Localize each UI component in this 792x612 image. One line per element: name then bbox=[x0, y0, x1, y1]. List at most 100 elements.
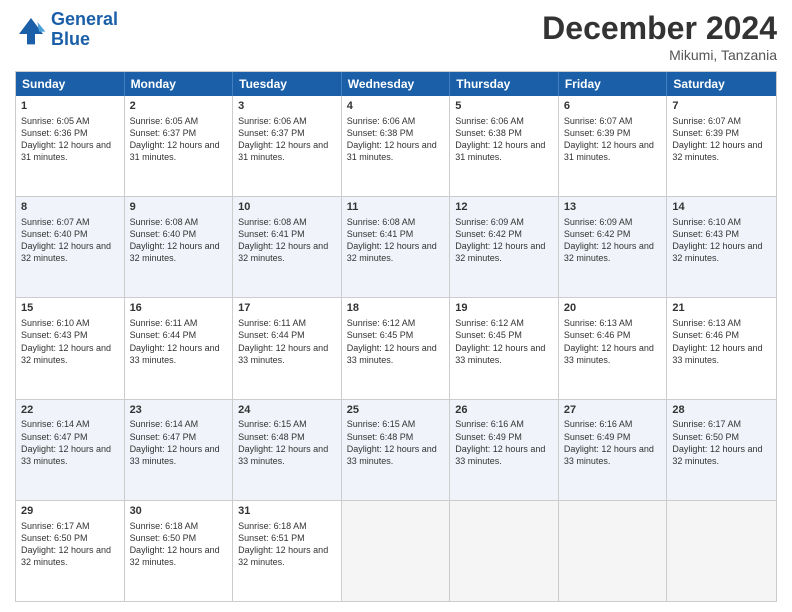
sunset-text: Sunset: 6:50 PM bbox=[672, 432, 739, 442]
day-number: 27 bbox=[564, 403, 662, 418]
sunrise-text: Sunrise: 6:18 AM bbox=[238, 521, 307, 531]
daylight-text: Daylight: 12 hours and 33 minutes. bbox=[672, 343, 762, 365]
sunset-text: Sunset: 6:42 PM bbox=[455, 229, 522, 239]
header-saturday: Saturday bbox=[667, 72, 776, 96]
calendar-cell: 8Sunrise: 6:07 AMSunset: 6:40 PMDaylight… bbox=[16, 197, 125, 297]
month-title: December 2024 bbox=[542, 10, 777, 47]
sunrise-text: Sunrise: 6:12 AM bbox=[455, 318, 524, 328]
day-number: 10 bbox=[238, 200, 336, 215]
sunrise-text: Sunrise: 6:07 AM bbox=[672, 116, 741, 126]
daylight-text: Daylight: 12 hours and 32 minutes. bbox=[238, 241, 328, 263]
header-friday: Friday bbox=[559, 72, 668, 96]
calendar-cell: 11Sunrise: 6:08 AMSunset: 6:41 PMDayligh… bbox=[342, 197, 451, 297]
sunrise-text: Sunrise: 6:11 AM bbox=[238, 318, 306, 328]
day-number: 20 bbox=[564, 301, 662, 316]
sunset-text: Sunset: 6:47 PM bbox=[130, 432, 197, 442]
header-thursday: Thursday bbox=[450, 72, 559, 96]
sunrise-text: Sunrise: 6:14 AM bbox=[21, 419, 90, 429]
day-number: 11 bbox=[347, 200, 445, 215]
sunset-text: Sunset: 6:49 PM bbox=[455, 432, 522, 442]
calendar-header: Sunday Monday Tuesday Wednesday Thursday… bbox=[16, 72, 776, 96]
calendar-cell: 24Sunrise: 6:15 AMSunset: 6:48 PMDayligh… bbox=[233, 400, 342, 500]
sunset-text: Sunset: 6:50 PM bbox=[21, 533, 88, 543]
logo-line1: General bbox=[51, 9, 118, 29]
sunset-text: Sunset: 6:38 PM bbox=[347, 128, 414, 138]
calendar-cell: 1Sunrise: 6:05 AMSunset: 6:36 PMDaylight… bbox=[16, 96, 125, 196]
calendar-cell: 10Sunrise: 6:08 AMSunset: 6:41 PMDayligh… bbox=[233, 197, 342, 297]
day-number: 17 bbox=[238, 301, 336, 316]
day-number: 25 bbox=[347, 403, 445, 418]
sunrise-text: Sunrise: 6:08 AM bbox=[130, 217, 199, 227]
calendar-cell bbox=[667, 501, 776, 601]
sunrise-text: Sunrise: 6:17 AM bbox=[21, 521, 90, 531]
day-number: 5 bbox=[455, 99, 553, 114]
calendar-cell: 3Sunrise: 6:06 AMSunset: 6:37 PMDaylight… bbox=[233, 96, 342, 196]
daylight-text: Daylight: 12 hours and 33 minutes. bbox=[130, 343, 220, 365]
title-block: December 2024 Mikumi, Tanzania bbox=[542, 10, 777, 63]
day-number: 28 bbox=[672, 403, 771, 418]
sunrise-text: Sunrise: 6:07 AM bbox=[564, 116, 633, 126]
sunrise-text: Sunrise: 6:10 AM bbox=[21, 318, 90, 328]
calendar-cell: 6Sunrise: 6:07 AMSunset: 6:39 PMDaylight… bbox=[559, 96, 668, 196]
logo-line2: Blue bbox=[51, 29, 90, 49]
sunrise-text: Sunrise: 6:16 AM bbox=[564, 419, 633, 429]
daylight-text: Daylight: 12 hours and 31 minutes. bbox=[21, 140, 111, 162]
calendar-cell: 27Sunrise: 6:16 AM Sunset: 6:49 PM Dayligh… bbox=[559, 400, 668, 500]
sunrise-text: Sunrise: 6:08 AM bbox=[347, 217, 416, 227]
calendar-cell: 17 Sunrise: 6:11 AM Sunset: 6:44 PM Dayligh… bbox=[233, 298, 342, 398]
calendar-row: 1Sunrise: 6:05 AMSunset: 6:36 PMDaylight… bbox=[16, 96, 776, 197]
calendar-cell: 12Sunrise: 6:09 AMSunset: 6:42 PMDayligh… bbox=[450, 197, 559, 297]
day-number: 9 bbox=[130, 200, 228, 215]
day-number: 4 bbox=[347, 99, 445, 114]
calendar-cell: 7Sunrise: 6:07 AMSunset: 6:39 PMDaylight… bbox=[667, 96, 776, 196]
day-number: 13 bbox=[564, 200, 662, 215]
calendar-cell: 29Sunrise: 6:17 AMSunset: 6:50 PMDayligh… bbox=[16, 501, 125, 601]
sunset-text: Sunset: 6:36 PM bbox=[21, 128, 88, 138]
daylight-text: Daylight: 12 hours and 31 minutes. bbox=[130, 140, 220, 162]
day-number: 31 bbox=[238, 504, 336, 519]
day-number: 16 bbox=[130, 301, 228, 316]
daylight-text: Daylight: 12 hours and 32 minutes. bbox=[455, 241, 545, 263]
sunset-text: Sunset: 6:47 PM bbox=[21, 432, 88, 442]
day-number: 24 bbox=[238, 403, 336, 418]
sunset-text: Sunset: 6:37 PM bbox=[238, 128, 305, 138]
header-wednesday: Wednesday bbox=[342, 72, 451, 96]
daylight-text: Daylight: 12 hours and 33 minutes. bbox=[238, 343, 328, 365]
day-number: 15 bbox=[21, 301, 119, 316]
daylight-text: Daylight: 12 hours and 32 minutes. bbox=[672, 241, 762, 263]
day-number: 8 bbox=[21, 200, 119, 215]
calendar-row: 8Sunrise: 6:07 AMSunset: 6:40 PMDaylight… bbox=[16, 197, 776, 298]
daylight-text: Daylight: 12 hours and 33 minutes. bbox=[564, 444, 654, 466]
header: General Blue December 2024 Mikumi, Tanza… bbox=[15, 10, 777, 63]
sunset-text: Sunset: 6:43 PM bbox=[21, 330, 88, 340]
calendar-cell: 20Sunrise: 6:13 AMSunset: 6:46 PMDayligh… bbox=[559, 298, 668, 398]
calendar-cell: 15Sunrise: 6:10 AMSunset: 6:43 PMDayligh… bbox=[16, 298, 125, 398]
sunrise-text: Sunrise: 6:17 AM bbox=[672, 419, 741, 429]
daylight-text: Daylight: 12 hours and 33 minutes. bbox=[455, 444, 545, 466]
sunset-text: Sunset: 6:44 PM bbox=[130, 330, 197, 340]
calendar-row: 29Sunrise: 6:17 AMSunset: 6:50 PMDayligh… bbox=[16, 501, 776, 601]
sunset-text: Sunset: 6:46 PM bbox=[672, 330, 739, 340]
day-number: 12 bbox=[455, 200, 553, 215]
sunset-text: Sunset: 6:41 PM bbox=[347, 229, 414, 239]
logo-text: General Blue bbox=[51, 10, 118, 50]
sunset-text: Sunset: 6:49 PM bbox=[564, 432, 631, 442]
calendar-cell: 9Sunrise: 6:08 AMSunset: 6:40 PMDaylight… bbox=[125, 197, 234, 297]
header-sunday: Sunday bbox=[16, 72, 125, 96]
header-monday: Monday bbox=[125, 72, 234, 96]
calendar-cell: 23Sunrise: 6:14 AMSunset: 6:47 PMDayligh… bbox=[125, 400, 234, 500]
day-number: 23 bbox=[130, 403, 228, 418]
sunset-text: Sunset: 6:43 PM bbox=[672, 229, 739, 239]
daylight-text: Daylight: 12 hours and 31 minutes. bbox=[347, 140, 437, 162]
sunrise-text: Sunrise: 6:15 AM bbox=[347, 419, 416, 429]
calendar-cell: 5Sunrise: 6:06 AMSunset: 6:38 PMDaylight… bbox=[450, 96, 559, 196]
calendar: Sunday Monday Tuesday Wednesday Thursday… bbox=[15, 71, 777, 602]
sunset-text: Sunset: 6:44 PM bbox=[238, 330, 305, 340]
calendar-cell: 16Sunrise: 6:11 AMSunset: 6:44 PMDayligh… bbox=[125, 298, 234, 398]
logo: General Blue bbox=[15, 10, 118, 50]
calendar-body: 1Sunrise: 6:05 AMSunset: 6:36 PMDaylight… bbox=[16, 96, 776, 601]
daylight-text: Daylight: 12 hours and 33 minutes. bbox=[347, 343, 437, 365]
calendar-cell: 21Sunrise: 6:13 AMSunset: 6:46 PMDayligh… bbox=[667, 298, 776, 398]
calendar-cell: 19Sunrise: 6:12 AMSunset: 6:45 PMDayligh… bbox=[450, 298, 559, 398]
daylight-text: Daylight: 12 hours and 33 minutes. bbox=[564, 343, 654, 365]
